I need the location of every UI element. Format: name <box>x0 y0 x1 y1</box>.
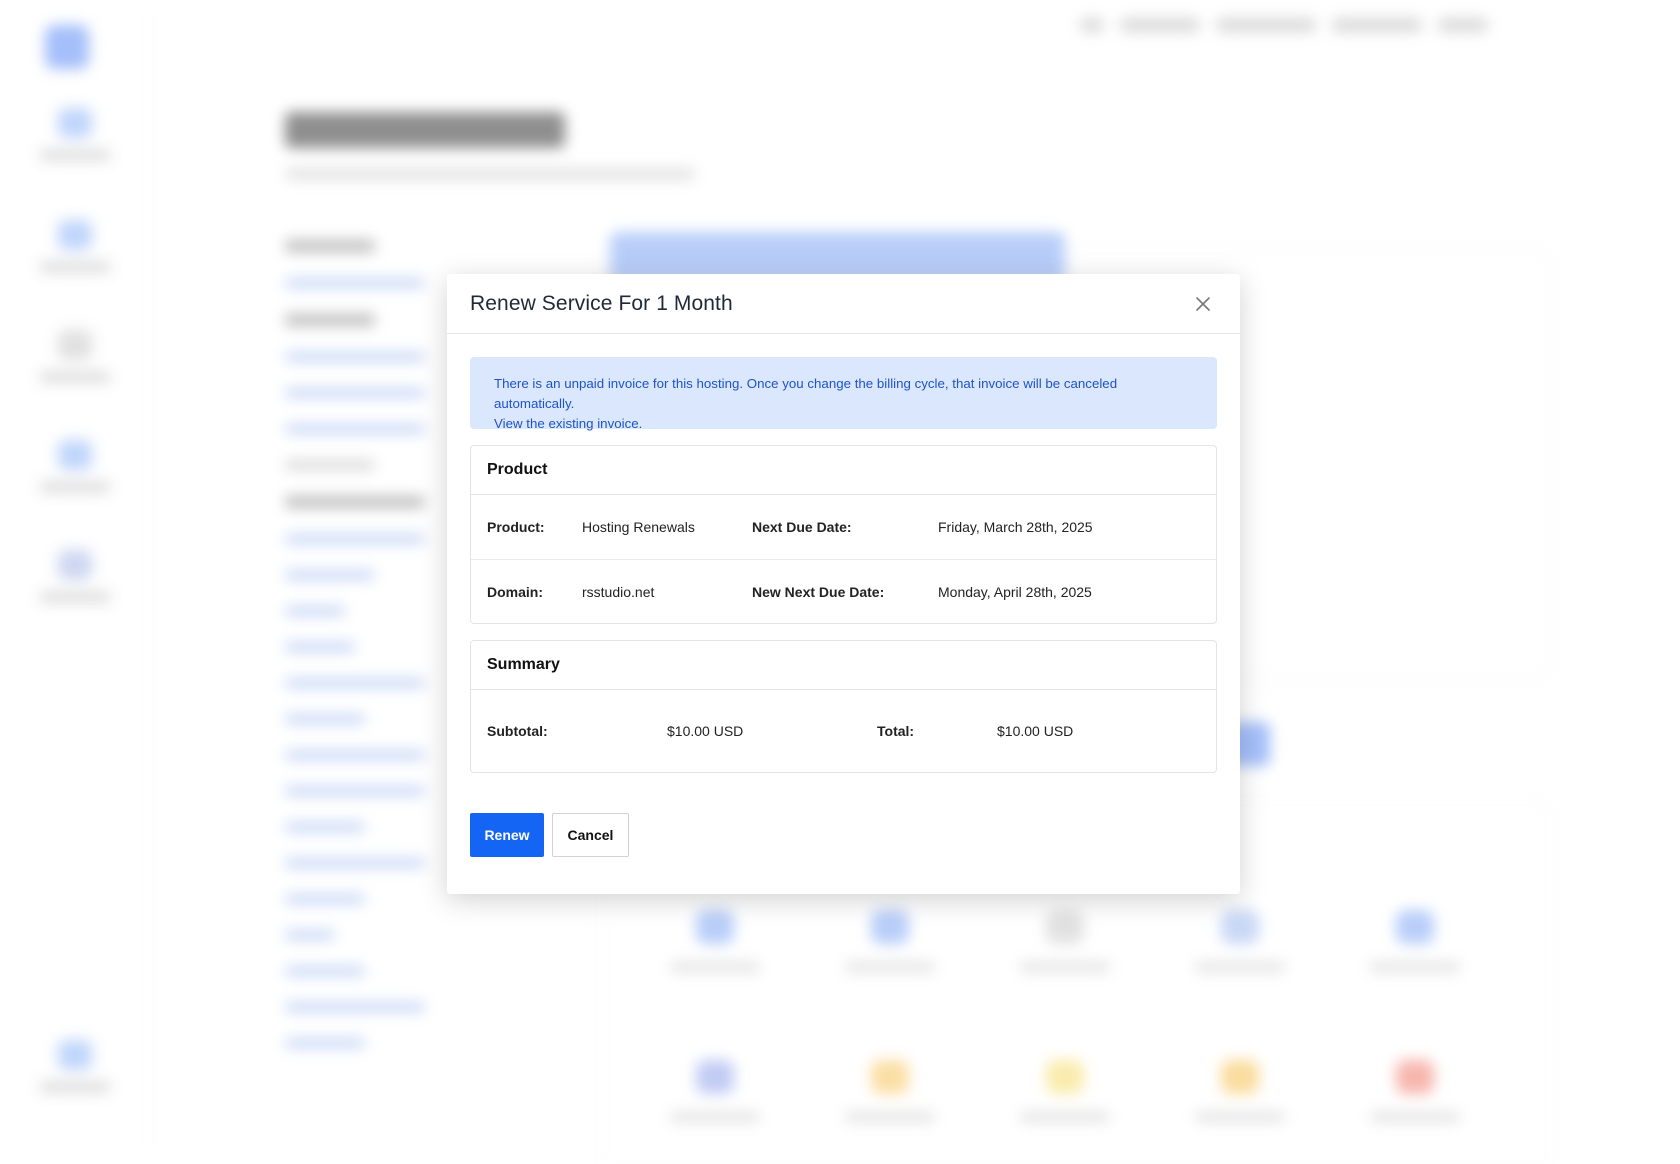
background-topbar <box>1080 18 1550 42</box>
total-value: $10.00 USD <box>997 723 1074 739</box>
summary-panel-heading: Summary <box>471 641 1216 690</box>
background-sidebar <box>0 0 150 1164</box>
background-breadcrumb <box>285 168 695 180</box>
modal-title: Renew Service For 1 Month <box>470 291 733 315</box>
summary-panel: Summary Subtotal: $10.00 USD Total: $10.… <box>470 640 1217 773</box>
background-tile <box>655 910 775 972</box>
modal-header: Renew Service For 1 Month <box>447 274 1240 334</box>
domain-value: rsstudio.net <box>582 583 655 600</box>
background-page-title <box>285 112 565 148</box>
new-next-due-date-label: New Next Due Date: <box>752 583 885 600</box>
background-tile <box>1180 1060 1300 1122</box>
subtotal-label: Subtotal: <box>487 723 548 739</box>
renew-button[interactable]: Renew <box>470 813 544 857</box>
background-nav-item <box>25 440 125 492</box>
background-tile <box>655 1060 775 1122</box>
total-label: Total: <box>877 723 915 739</box>
product-panel-heading: Product <box>471 446 1216 495</box>
background-left-column <box>285 240 425 1074</box>
background-tile <box>1005 1060 1125 1122</box>
next-due-date-label: Next Due Date: <box>752 519 852 535</box>
subtotal-value: $10.00 USD <box>667 723 744 739</box>
product-row: Product: Hosting Renewals Next Due Date:… <box>471 495 1216 559</box>
summary-row: Subtotal: $10.00 USD Total: $10.00 USD <box>471 690 1216 772</box>
close-button[interactable] <box>1191 292 1215 316</box>
background-nav-item <box>25 108 125 160</box>
background-tile <box>830 1060 950 1122</box>
next-due-date-value: Friday, March 28th, 2025 <box>938 519 1093 535</box>
modal-footer: Renew Cancel <box>447 773 1240 857</box>
background-tile <box>830 910 950 972</box>
product-panel: Product Product: Hosting Renewals Next D… <box>470 445 1217 624</box>
close-icon <box>1196 297 1210 311</box>
domain-label: Domain: <box>487 583 543 600</box>
product-value: Hosting Renewals <box>582 519 695 535</box>
unpaid-invoice-alert: There is an unpaid invoice for this host… <box>470 357 1217 431</box>
background-nav-item <box>25 1040 125 1092</box>
view-invoice-link[interactable]: View the existing invoice. <box>494 414 1193 434</box>
alert-text: There is an unpaid invoice for this host… <box>494 376 1118 411</box>
background-nav-item <box>25 550 125 602</box>
logo-icon <box>45 25 89 69</box>
modal-body: There is an unpaid invoice for this host… <box>447 334 1240 773</box>
background-tile <box>1180 910 1300 972</box>
product-label: Product: <box>487 519 545 535</box>
background-tile <box>1355 910 1475 972</box>
renew-service-modal: Renew Service For 1 Month There is an un… <box>447 274 1240 894</box>
background-nav-item <box>25 330 125 382</box>
new-next-due-date-value: Monday, April 28th, 2025 <box>938 583 1092 600</box>
cancel-button[interactable]: Cancel <box>552 813 629 857</box>
domain-row: Domain: rsstudio.net New Next Due Date: … <box>471 559 1216 623</box>
background-nav-item <box>25 220 125 272</box>
background-tile <box>1355 1060 1475 1122</box>
background-tile <box>1005 910 1125 972</box>
